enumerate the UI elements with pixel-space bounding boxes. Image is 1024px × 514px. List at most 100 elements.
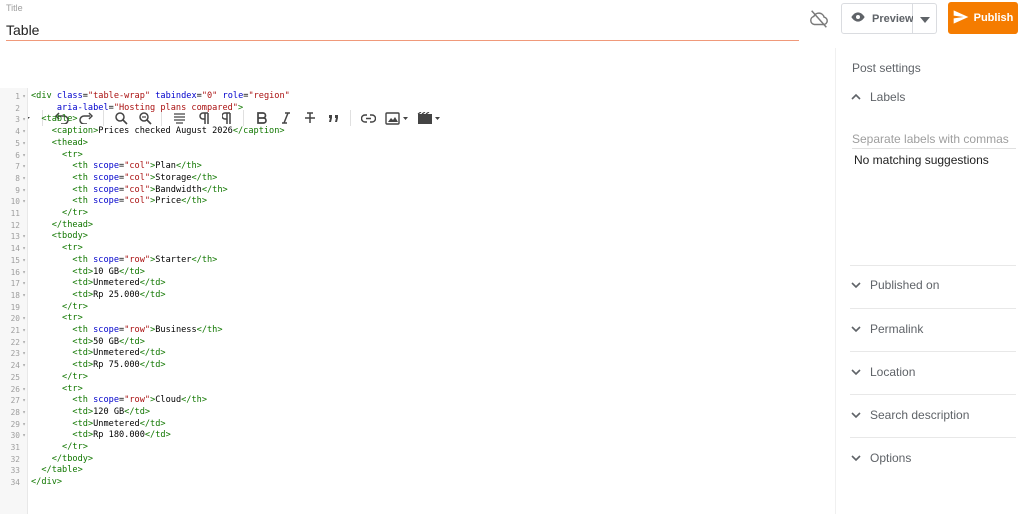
fold-arrow-icon[interactable]: ▾ <box>20 255 28 267</box>
line-number: 17 <box>10 279 20 289</box>
code-text: </tr> <box>62 442 88 452</box>
fold-arrow-icon[interactable]: ▾ <box>20 395 28 407</box>
code-line: 24 ▾ <td>Rp 75.000</td> <box>0 360 834 372</box>
line-number: 23 <box>10 349 20 359</box>
code-text: <td>10 GB</td> <box>72 266 145 277</box>
line-number: 6 <box>15 150 20 160</box>
fold-arrow-icon[interactable]: ▾ <box>20 185 28 197</box>
fold-arrow-icon[interactable]: ▾ <box>20 91 28 103</box>
code-line: 9 ▾ <th scope="col">Bandwidth</th> <box>0 185 834 197</box>
labels-section-header[interactable]: Labels <box>850 90 1016 104</box>
code-line: 2 aria-label="Hosting plans compared"> <box>0 103 834 115</box>
code-line: 23 ▾ <td>Unmetered</td> <box>0 348 834 360</box>
chevron-down-icon <box>851 282 861 289</box>
fold-arrow-icon[interactable]: ▾ <box>20 138 28 150</box>
labels-input[interactable] <box>852 130 1016 149</box>
code-text: <table> <box>41 114 78 125</box>
preview-dropdown-button[interactable] <box>913 3 937 34</box>
html-code-editor[interactable]: 1 ▾ <div class="table-wrap" tabindex="0" r… <box>0 88 834 514</box>
code-line: 31 </tr> <box>0 442 834 454</box>
code-line: 8 ▾ <th scope="col">Storage</th> <box>0 173 834 185</box>
fold-arrow-icon[interactable]: ▾ <box>20 360 28 372</box>
search-description-section[interactable]: Search description <box>850 408 1016 422</box>
fold-arrow-icon[interactable]: ▾ <box>20 196 28 208</box>
fold-arrow-icon[interactable]: ▾ <box>20 173 28 185</box>
line-number: 13 <box>10 232 20 242</box>
code-text: <thead> <box>51 137 88 148</box>
fold-arrow-icon[interactable]: ▾ <box>20 407 28 419</box>
code-text: aria-label="Hosting plans compared"> <box>56 102 244 113</box>
code-line: 34 </div> <box>0 477 834 489</box>
chevron-down-icon <box>851 369 861 376</box>
code-line: 10 ▾ <th scope="col">Price</th> <box>0 196 834 208</box>
code-line: 3 ▾ <table> <box>0 114 834 126</box>
fold-arrow-icon[interactable]: ▾ <box>20 337 28 349</box>
chevron-up-icon <box>851 93 861 100</box>
code-line: 5 ▾ <thead> <box>0 138 834 150</box>
published-on-section[interactable]: Published on <box>850 278 1016 292</box>
fold-arrow-icon[interactable]: ▾ <box>20 384 28 396</box>
code-line: 26 ▾ <tr> <box>0 384 834 396</box>
fold-arrow-icon[interactable]: ▾ <box>20 348 28 360</box>
line-number: 30 <box>10 431 20 441</box>
code-line: 19 </tr> <box>0 302 834 314</box>
options-section[interactable]: Options <box>850 451 1016 465</box>
fold-arrow-icon[interactable]: ▾ <box>20 419 28 431</box>
code-line: 7 ▾ <th scope="col">Plan</th> <box>0 161 834 173</box>
line-number: 28 <box>10 407 20 417</box>
line-number: 22 <box>10 337 20 347</box>
code-line: 4 ▾ <caption>Prices checked August 2026</… <box>0 126 834 138</box>
fold-arrow-icon[interactable]: ▾ <box>20 161 28 173</box>
permalink-section[interactable]: Permalink <box>850 322 1016 336</box>
code-text: <th scope="col">Plan</th> <box>72 161 202 172</box>
post-settings-sidebar: Post settings Labels No matching suggest… <box>835 48 1024 514</box>
fold-arrow-icon[interactable]: ▾ <box>20 231 28 243</box>
code-text: <th scope="row">Cloud</th> <box>72 395 208 406</box>
eye-icon <box>850 11 866 26</box>
line-number: 10 <box>10 197 20 207</box>
location-section[interactable]: Location <box>850 365 1016 379</box>
fold-arrow-icon[interactable]: ▾ <box>20 290 28 302</box>
line-number: 29 <box>10 419 20 429</box>
send-icon <box>953 9 969 27</box>
code-line: 28 ▾ <td>120 GB</td> <box>0 407 834 419</box>
chevron-down-icon <box>851 326 861 333</box>
fold-arrow-icon[interactable]: ▾ <box>20 313 28 325</box>
code-line: 20 ▾ <tr> <box>0 313 834 325</box>
line-number: 14 <box>10 244 20 254</box>
line-number: 5 <box>15 138 20 148</box>
section-label: Published on <box>870 278 940 292</box>
code-text: <th scope="row">Starter</th> <box>72 254 218 265</box>
title-label: Title <box>6 3 23 13</box>
line-number: 26 <box>10 384 20 394</box>
code-line: 22 ▾ <td>50 GB</td> <box>0 337 834 349</box>
code-text: <td>Unmetered</td> <box>72 278 166 289</box>
fold-arrow-icon[interactable]: ▾ <box>20 325 28 337</box>
fold-arrow-icon[interactable]: ▾ <box>20 430 28 442</box>
chevron-down-icon <box>851 412 861 419</box>
code-text: <th scope="col">Storage</th> <box>72 172 218 183</box>
cloud-off-icon[interactable] <box>808 8 830 30</box>
preview-label: Preview <box>872 12 914 25</box>
publish-label: Publish <box>973 12 1014 24</box>
title-input[interactable] <box>6 20 799 41</box>
fold-arrow-icon[interactable]: ▾ <box>20 114 28 126</box>
fold-arrow-icon[interactable]: ▾ <box>20 267 28 279</box>
code-text: <th scope="col">Price</th> <box>72 196 208 207</box>
code-line: 21 ▾ <th scope="row">Business</th> <box>0 325 834 337</box>
fold-arrow-icon[interactable]: ▾ <box>20 278 28 290</box>
post-settings-title: Post settings <box>852 61 921 75</box>
line-number: 3 <box>15 115 20 125</box>
fold-arrow-icon[interactable]: ▾ <box>20 150 28 162</box>
fold-arrow-icon[interactable]: ▾ <box>20 243 28 255</box>
section-label: Permalink <box>870 322 924 336</box>
preview-button[interactable]: Preview <box>841 3 914 34</box>
publish-button[interactable]: Publish <box>948 2 1018 34</box>
code-text: </tr> <box>62 371 88 382</box>
code-text: <tr> <box>62 313 83 324</box>
code-line: 13 ▾ <tbody> <box>0 231 834 243</box>
code-line: 32 </tbody> <box>0 454 834 466</box>
fold-arrow-icon[interactable]: ▾ <box>20 126 28 138</box>
code-line: 16 ▾ <td>10 GB</td> <box>0 267 834 279</box>
line-number: 9 <box>15 185 20 195</box>
